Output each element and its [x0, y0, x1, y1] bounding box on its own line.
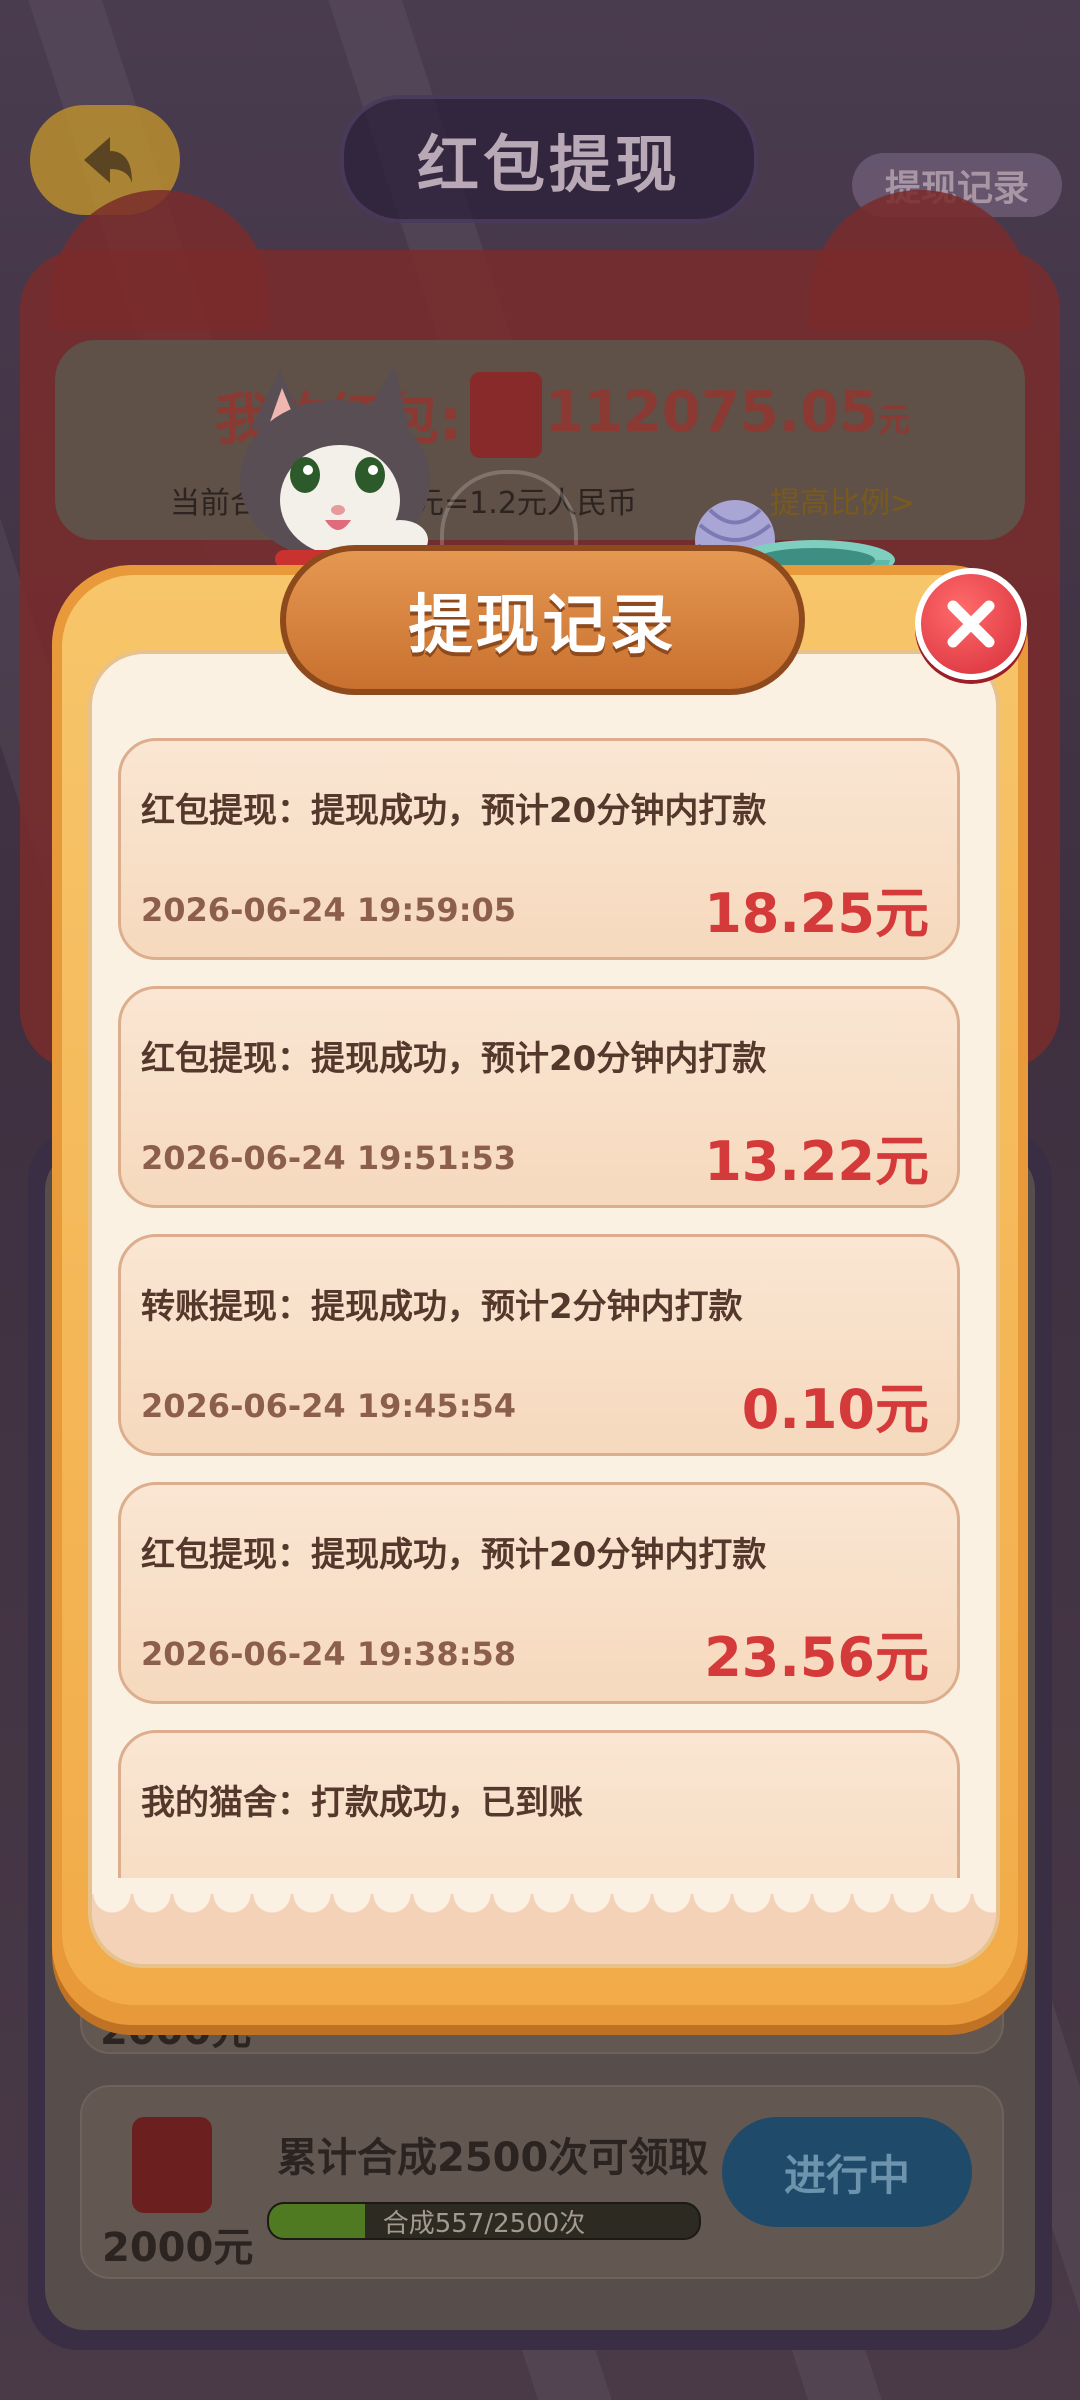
task-status-button[interactable]: 进行中	[722, 2117, 972, 2227]
close-button[interactable]	[915, 568, 1027, 680]
balance-value: 112075.05元	[545, 380, 910, 445]
record-card: 红包提现：提现成功，预计20分钟内打款 2026-06-24 19:51:53 …	[118, 986, 960, 1208]
record-time: 2026-06-24 19:38:58	[141, 1635, 517, 1673]
record-card: 红包提现：提现成功，预计20分钟内打款 2026-06-24 19:59:05 …	[118, 738, 960, 960]
close-icon	[947, 600, 995, 648]
record-desc: 红包提现：提现成功，预计20分钟内打款	[141, 1535, 767, 1575]
page-title: 红包提现	[416, 128, 681, 201]
record-card: 转账提现：提现成功，预计2分钟内打款 2026-06-24 19:45:54 0…	[118, 1234, 960, 1456]
record-amount: 13.22元	[704, 1130, 929, 1193]
balance-unit: 元	[878, 401, 911, 439]
page-title-plate: 红包提现	[340, 95, 758, 223]
record-card: 我的猫舍：打款成功，已到账	[118, 1730, 960, 1878]
task-progress-text: 合成557/2500次	[382, 2208, 586, 2239]
record-amount: 0.10元	[741, 1378, 929, 1441]
task-amount: 2000元	[102, 2225, 254, 2271]
modal-bottom-scallop	[92, 1894, 996, 1964]
task-row: 2000元 累计合成2500次可领取 合成557/2500次 进行中	[80, 2085, 1004, 2279]
modal-title-banner: 提现记录	[280, 545, 805, 695]
record-desc: 我的猫舍：打款成功，已到账	[141, 1783, 583, 1823]
record-desc: 红包提现：提现成功，预计20分钟内打款	[141, 1039, 767, 1079]
task-title: 累计合成2500次可领取	[277, 2135, 709, 2181]
back-arrow-icon	[84, 137, 132, 183]
raise-ratio-link[interactable]: 提高比例>	[770, 478, 915, 522]
record-desc: 转账提现：提现成功，预计2分钟内打款	[141, 1287, 743, 1327]
record-desc: 红包提现：提现成功，预计20分钟内打款	[141, 791, 767, 831]
record-amount: 18.25元	[704, 882, 929, 945]
record-time: 2026-06-24 19:51:53	[141, 1139, 517, 1177]
redpacket-icon	[470, 372, 542, 458]
modal-title: 提现记录	[408, 589, 677, 663]
redpacket-icon	[132, 2117, 212, 2213]
record-time: 2026-06-24 19:45:54	[141, 1387, 517, 1425]
record-amount: 23.56元	[704, 1626, 929, 1689]
record-list[interactable]: 红包提现：提现成功，预计20分钟内打款 2026-06-24 19:59:05 …	[118, 738, 964, 1878]
balance-amount: 112075.05	[545, 380, 878, 445]
task-progress-bar: 合成557/2500次	[267, 2202, 701, 2240]
record-time: 2026-06-24 19:59:05	[141, 891, 517, 929]
record-card: 红包提现：提现成功，预计20分钟内打款 2026-06-24 19:38:58 …	[118, 1482, 960, 1704]
